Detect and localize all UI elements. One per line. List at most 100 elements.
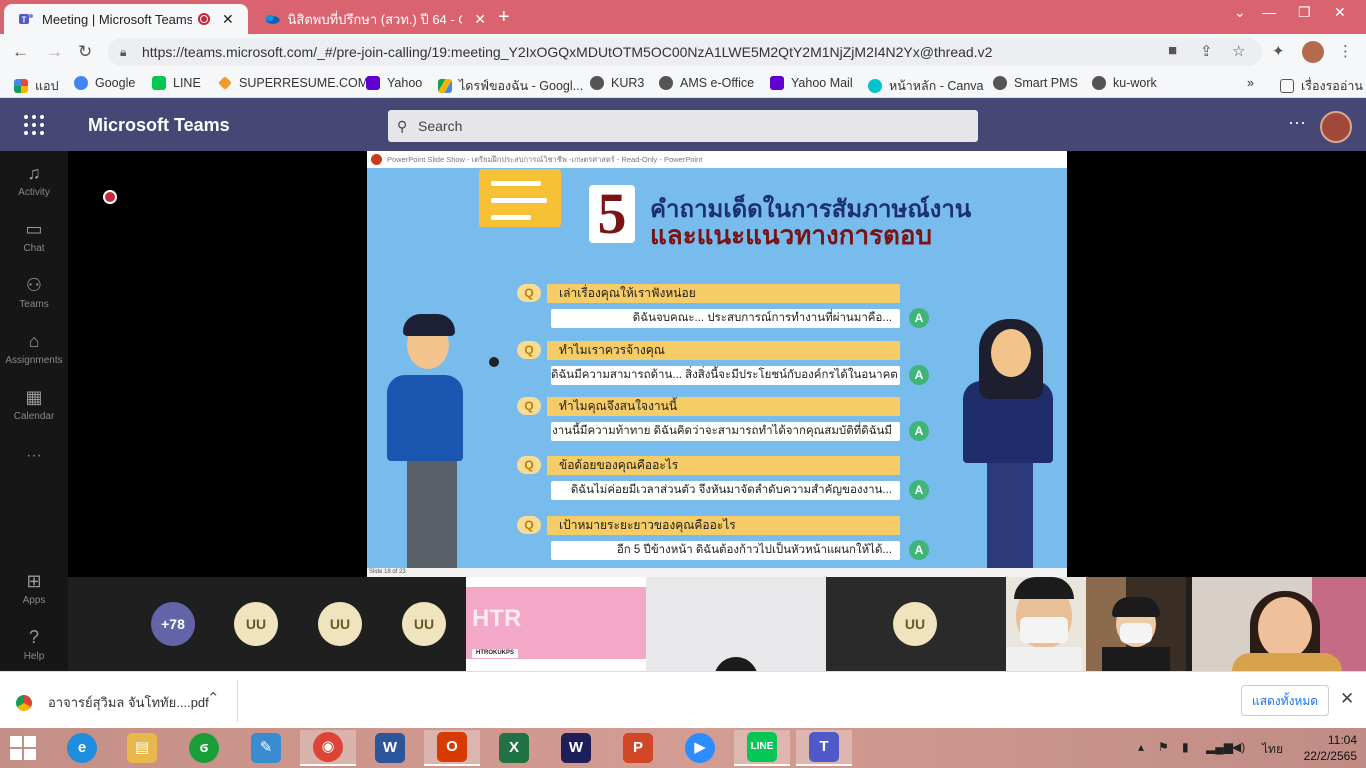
- teams-header: Microsoft Teams ⚲ Search ···: [0, 98, 1366, 151]
- participant-avatar[interactable]: UU: [318, 602, 362, 646]
- thumbnail-header: [466, 577, 646, 587]
- tab-onedrive[interactable]: นิสิตพบที่ปรึกษา (สวท.) ปี 64 - OneD ✕: [250, 4, 486, 34]
- participant-video[interactable]: [646, 577, 826, 671]
- back-icon[interactable]: ←: [12, 42, 29, 62]
- tray-expand-icon[interactable]: ▴: [1138, 740, 1144, 754]
- volume-icon[interactable]: ◀): [1232, 740, 1245, 754]
- bookmark-kur3[interactable]: KUR3: [590, 76, 644, 90]
- taskbar-paint-icon[interactable]: ✎: [238, 730, 294, 766]
- bookmark-yahoo[interactable]: Yahoo: [366, 76, 422, 90]
- language-indicator[interactable]: ไทย: [1262, 740, 1283, 759]
- bookmark-smart-pms[interactable]: Smart PMS: [993, 76, 1078, 90]
- taskbar-explorer-icon[interactable]: ▤: [114, 730, 170, 766]
- chat-icon: ▭: [25, 219, 43, 239]
- q-badge: Q: [517, 284, 541, 302]
- speech-bubble-icon: [479, 169, 561, 227]
- bookmarks-overflow[interactable]: »: [1247, 76, 1254, 90]
- taskbar-word-icon[interactable]: W: [362, 730, 418, 766]
- show-all-downloads-button[interactable]: แสดงทั้งหมด: [1241, 685, 1329, 716]
- close-download-shelf-button[interactable]: ✕: [1340, 689, 1354, 709]
- tab-close-button[interactable]: ✕: [222, 11, 234, 28]
- tab-teams-meeting[interactable]: T Meeting | Microsoft Teams ✕: [4, 4, 248, 34]
- windows-start-icon[interactable]: [10, 736, 38, 760]
- reload-icon[interactable]: ↻: [78, 42, 92, 62]
- network-off-icon[interactable]: ⚑: [1158, 740, 1169, 754]
- search-input[interactable]: ⚲ Search: [388, 110, 978, 142]
- more-participants-button[interactable]: +78: [151, 602, 195, 646]
- bookmark-google-drive[interactable]: ไดรฟ์ของฉัน - Googl...: [438, 76, 583, 96]
- slide-number-graphic: 5: [589, 185, 635, 243]
- participant-avatar[interactable]: UU: [234, 602, 278, 646]
- close-window-icon[interactable]: ✕: [1334, 4, 1346, 21]
- download-item[interactable]: อาจารย์สุวิมล จันโททัย....pdf: [16, 692, 209, 713]
- clock-date: 22/2/2565: [1303, 749, 1357, 763]
- google-drive-icon: [438, 79, 452, 93]
- chrome-menu-icon[interactable]: ⋮: [1338, 42, 1353, 60]
- share-icon[interactable]: ⇪: [1200, 42, 1213, 60]
- bookmark-line[interactable]: LINE: [152, 76, 201, 90]
- profile-avatar[interactable]: [1302, 41, 1324, 63]
- bookmark-ams-eoffice[interactable]: AMS e-Office: [659, 76, 754, 90]
- taskbar-excel-icon[interactable]: X: [486, 730, 542, 766]
- camera-icon[interactable]: ■: [1168, 42, 1177, 59]
- participant-avatar[interactable]: UU: [893, 602, 937, 646]
- q-badge: Q: [517, 397, 541, 415]
- rail-more[interactable]: ···: [0, 447, 68, 465]
- battery-icon[interactable]: ▮: [1182, 740, 1189, 754]
- bookmark-yahoo-mail[interactable]: Yahoo Mail: [770, 76, 853, 90]
- participant-video[interactable]: [1006, 577, 1186, 671]
- participant-avatar[interactable]: UU: [402, 602, 446, 646]
- app-launcher-icon[interactable]: [24, 115, 44, 135]
- tab-close-button[interactable]: ✕: [474, 11, 486, 28]
- teams-favicon-icon: T: [19, 14, 33, 25]
- rail-apps[interactable]: ⊞ Apps: [0, 571, 68, 606]
- taskbar-zoom-icon[interactable]: ▶: [672, 730, 728, 766]
- rail-calendar[interactable]: ▦ Calendar: [0, 387, 68, 422]
- screen-share-thumbnail[interactable]: HTR HTROKUKPS: [466, 577, 646, 671]
- taskbar-ie-icon[interactable]: e: [54, 730, 110, 766]
- taskbar-office-icon[interactable]: O: [424, 730, 480, 766]
- participant-video[interactable]: [1192, 577, 1366, 671]
- chevron-up-icon[interactable]: ⌃: [207, 689, 220, 707]
- rail-assignments[interactable]: ⌂ Assignments: [0, 331, 68, 366]
- bookmark-star-icon[interactable]: ☆: [1232, 42, 1245, 60]
- answer-5: อีก 5 ปีข้างหน้า ดิฉันต้องก้าวไปเป็นหัวห…: [551, 541, 900, 560]
- download-filename: อาจารย์สุวิมล จันโททัย....pdf: [48, 695, 209, 710]
- taskbar-wps-icon[interactable]: W: [548, 730, 604, 766]
- bookmark-superresume[interactable]: SUPERRESUME.COM: [218, 76, 368, 90]
- a-badge: A: [909, 540, 929, 560]
- url-field[interactable]: 🔒︎ https://teams.microsoft.com/_#/pre-jo…: [108, 38, 1262, 66]
- rail-chat[interactable]: ▭ Chat: [0, 219, 68, 254]
- canva-icon: [868, 79, 882, 93]
- extensions-icon[interactable]: ✦: [1272, 42, 1285, 60]
- search-placeholder: Search: [418, 118, 463, 134]
- taskbar-teams-icon[interactable]: T: [796, 730, 852, 766]
- windows-taskbar: e ▤ ϭ ✎ ◉ W O X W P ▶ LINE T ▴ ⚑ ▮ ▂▄▆ ◀…: [0, 728, 1366, 768]
- bookmark-google[interactable]: Google: [74, 76, 135, 90]
- bookmark-apps[interactable]: แอป: [14, 76, 59, 96]
- chrome-icon: [16, 694, 32, 711]
- powerpoint-icon: [371, 154, 382, 165]
- rail-activity[interactable]: ♫ Activity: [0, 163, 68, 198]
- more-options-button[interactable]: ···: [1288, 112, 1306, 133]
- new-tab-button[interactable]: +: [498, 6, 510, 29]
- bookmark-canva[interactable]: หน้าหลัก - Canva: [868, 76, 984, 96]
- system-clock[interactable]: 11:04 22/2/2565: [1297, 732, 1357, 764]
- signal-icon[interactable]: ▂▄▆: [1206, 740, 1233, 754]
- a-badge: A: [909, 308, 929, 328]
- taskbar-app-icon[interactable]: ϭ: [176, 730, 232, 766]
- slideshow-footer: Slide 18 of 23: [367, 568, 1067, 577]
- reading-list[interactable]: เรื่องรออ่าน: [1280, 76, 1363, 96]
- restore-icon[interactable]: ❐: [1298, 4, 1311, 21]
- user-avatar[interactable]: [1320, 111, 1352, 143]
- taskbar-line-icon[interactable]: LINE: [734, 730, 790, 766]
- tab-search-chevron-icon[interactable]: ⌄: [1234, 4, 1246, 21]
- taskbar-chrome-icon[interactable]: ◉: [300, 730, 356, 766]
- bookmark-ku-work[interactable]: ku-work: [1092, 76, 1157, 90]
- help-icon: ?: [28, 627, 39, 647]
- forward-icon[interactable]: →: [46, 42, 63, 62]
- rail-teams[interactable]: ⚇ Teams: [0, 275, 68, 310]
- rail-help[interactable]: ? Help: [0, 627, 68, 662]
- minimize-icon[interactable]: —: [1262, 4, 1276, 20]
- taskbar-powerpoint-icon[interactable]: P: [610, 730, 666, 766]
